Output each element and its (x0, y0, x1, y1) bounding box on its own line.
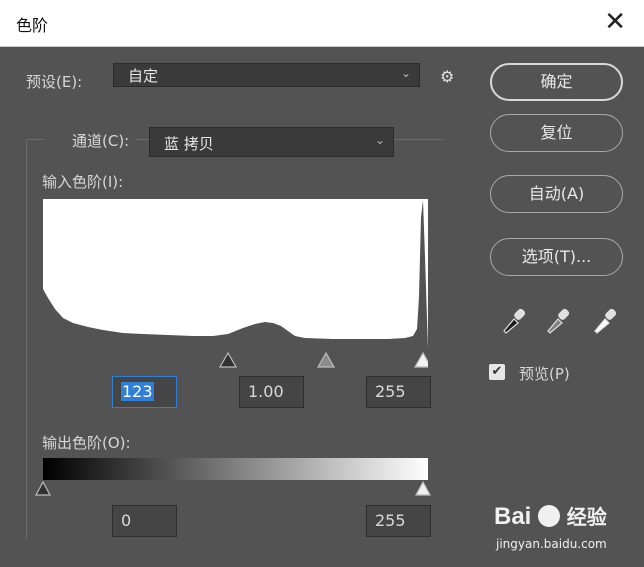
output-black-field[interactable]: 0 (112, 505, 177, 537)
input-gamma-handle[interactable] (316, 351, 336, 368)
output-black-handle[interactable] (35, 480, 52, 496)
input-levels-label: 输入色阶(I): (42, 173, 124, 191)
input-black-point-handle[interactable] (218, 351, 238, 368)
output-gradient (43, 458, 428, 480)
chevron-down-icon: ⌄ (400, 66, 411, 80)
auto-button[interactable]: 自动(A) (490, 175, 623, 213)
title-bar: 色阶 ✕ (0, 0, 644, 47)
baidu-watermark: Bai 经验 jingyan.baidu.com (494, 497, 624, 555)
gear-icon[interactable]: ⚙ (440, 67, 454, 86)
paw-icon (538, 505, 561, 527)
options-button[interactable]: 选项(T)... (490, 238, 623, 276)
levels-dialog: 色阶 ✕ 预设(E): 自定 ⌄ ⚙ 确定 复位 自动(A) 选项(T)... … (0, 0, 644, 567)
histogram (43, 197, 428, 349)
white-eyedropper-icon[interactable] (592, 306, 618, 334)
output-slider-track (35, 480, 432, 496)
input-black-value: 123 (121, 382, 154, 401)
reset-button[interactable]: 复位 (490, 114, 623, 152)
output-white-handle[interactable] (414, 480, 432, 496)
dialog-title: 色阶 (16, 16, 49, 35)
input-white-point-handle[interactable] (413, 351, 428, 368)
chevron-down-icon: ⌄ (374, 133, 385, 147)
channel-value: 蓝 拷贝 (164, 135, 214, 153)
channel-label: 通道(C): (44, 130, 136, 151)
ok-button[interactable]: 确定 (490, 63, 623, 101)
output-white-field[interactable]: 255 (366, 505, 431, 537)
gray-eyedropper-icon[interactable] (545, 306, 571, 334)
input-slider-track (218, 351, 428, 368)
output-levels-label: 输出色阶(O): (42, 434, 131, 452)
preview-label: 预览(P) (519, 365, 570, 383)
watermark-url: jingyan.baidu.com (496, 537, 607, 551)
preset-label: 预设(E): (26, 73, 83, 91)
input-black-field[interactable]: 123 (112, 376, 177, 408)
preset-value: 自定 (128, 67, 159, 85)
black-eyedropper-icon[interactable] (501, 306, 527, 334)
watermark-brand: Bai (494, 503, 532, 530)
input-white-field[interactable]: 255 (366, 376, 431, 408)
channel-select[interactable]: 蓝 拷贝 ⌄ (149, 127, 394, 157)
close-icon[interactable]: ✕ (604, 7, 626, 37)
input-gamma-field[interactable]: 1.00 (239, 376, 304, 408)
watermark-brand-suffix: 经验 (566, 507, 607, 529)
preview-checkbox[interactable]: ✔ (489, 364, 505, 380)
preset-select[interactable]: 自定 ⌄ (113, 63, 420, 87)
